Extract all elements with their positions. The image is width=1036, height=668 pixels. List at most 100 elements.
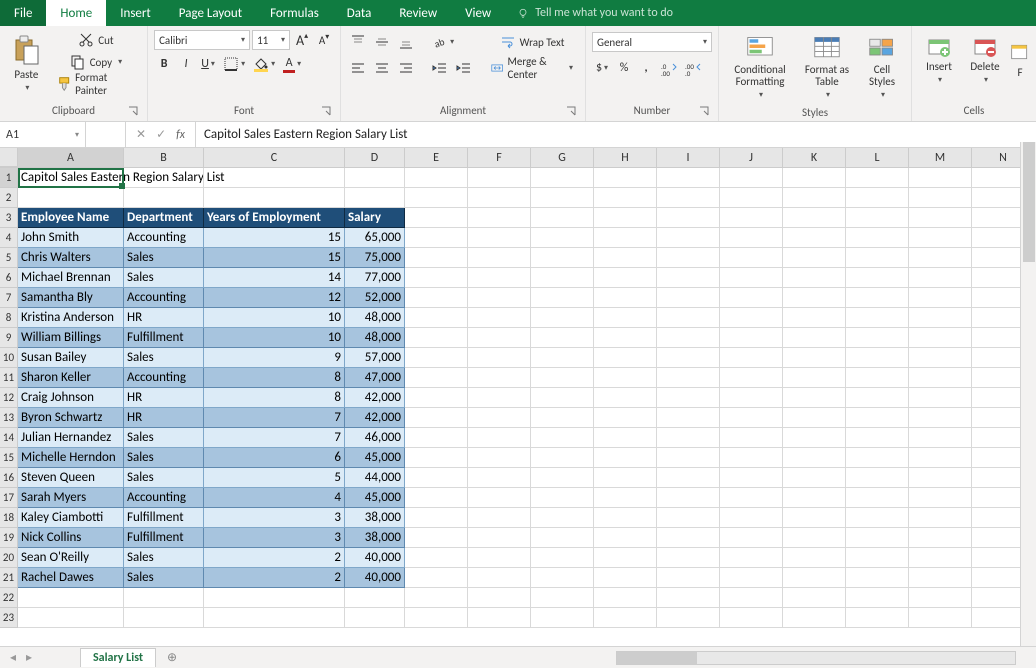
cell-M6[interactable]	[909, 268, 972, 288]
cell-J5[interactable]	[720, 248, 783, 268]
cell-I2[interactable]	[657, 188, 720, 208]
cell-M5[interactable]	[909, 248, 972, 268]
cell-I14[interactable]	[657, 428, 720, 448]
row-header-7[interactable]: 7	[0, 288, 18, 308]
cell-H11[interactable]	[594, 368, 657, 388]
cell-K5[interactable]	[783, 248, 846, 268]
cell-F18[interactable]	[468, 508, 531, 528]
cell-A18[interactable]: Kaley Ciambotti	[18, 508, 124, 528]
cell-A2[interactable]	[18, 188, 124, 208]
cell-F21[interactable]	[468, 568, 531, 588]
tab-home[interactable]: Home	[46, 0, 106, 26]
cell-J2[interactable]	[720, 188, 783, 208]
cell-H17[interactable]	[594, 488, 657, 508]
paste-button[interactable]: Paste ▾	[6, 30, 47, 97]
cell-D5[interactable]: 75,000	[345, 248, 405, 268]
cell-B3[interactable]: Department	[124, 208, 204, 228]
cell-I18[interactable]	[657, 508, 720, 528]
cell-E17[interactable]	[405, 488, 468, 508]
cell-H8[interactable]	[594, 308, 657, 328]
cell-D2[interactable]	[345, 188, 405, 208]
row-header-9[interactable]: 9	[0, 328, 18, 348]
cancel-formula-button[interactable]: ✕	[136, 127, 146, 142]
cell-A11[interactable]: Sharon Keller	[18, 368, 124, 388]
cell-J9[interactable]	[720, 328, 783, 348]
column-header-M[interactable]: M	[909, 148, 972, 167]
cell-I10[interactable]	[657, 348, 720, 368]
cell-I9[interactable]	[657, 328, 720, 348]
cell-B17[interactable]: Accounting	[124, 488, 204, 508]
cell-G11[interactable]	[531, 368, 594, 388]
cell-D13[interactable]: 42,000	[345, 408, 405, 428]
cell-L19[interactable]	[846, 528, 909, 548]
cell-A16[interactable]: Steven Queen	[18, 468, 124, 488]
cell-I11[interactable]	[657, 368, 720, 388]
cell-G6[interactable]	[531, 268, 594, 288]
cell-J15[interactable]	[720, 448, 783, 468]
column-header-H[interactable]: H	[594, 148, 657, 167]
cell-B13[interactable]: HR	[124, 408, 204, 428]
cell-K3[interactable]	[783, 208, 846, 228]
cell-K1[interactable]	[783, 168, 846, 188]
cell-L14[interactable]	[846, 428, 909, 448]
cell-B21[interactable]: Sales	[124, 568, 204, 588]
cell-J1[interactable]	[720, 168, 783, 188]
cell-E23[interactable]	[405, 608, 468, 628]
cell-L1[interactable]	[846, 168, 909, 188]
cell-C23[interactable]	[204, 608, 345, 628]
cell-B16[interactable]: Sales	[124, 468, 204, 488]
cell-B6[interactable]: Sales	[124, 268, 204, 288]
cell-H13[interactable]	[594, 408, 657, 428]
orientation-button[interactable]: ab▾	[429, 32, 457, 52]
row-header-1[interactable]: 1	[0, 168, 18, 188]
cell-D4[interactable]: 65,000	[345, 228, 405, 248]
select-all-corner[interactable]	[0, 148, 18, 167]
cell-B22[interactable]	[124, 588, 204, 608]
row-header-20[interactable]: 20	[0, 548, 18, 568]
sheet-nav-next[interactable]: ▸	[26, 650, 32, 665]
dialog-launcher-icon[interactable]	[127, 105, 139, 117]
cell-M11[interactable]	[909, 368, 972, 388]
cell-H23[interactable]	[594, 608, 657, 628]
cell-J4[interactable]	[720, 228, 783, 248]
cell-G19[interactable]	[531, 528, 594, 548]
cell-M2[interactable]	[909, 188, 972, 208]
cell-H12[interactable]	[594, 388, 657, 408]
cell-I7[interactable]	[657, 288, 720, 308]
cell-B19[interactable]: Fulfillment	[124, 528, 204, 548]
cell-F3[interactable]	[468, 208, 531, 228]
column-header-B[interactable]: B	[124, 148, 204, 167]
cell-K8[interactable]	[783, 308, 846, 328]
dialog-launcher-icon[interactable]	[565, 105, 577, 117]
row-header-21[interactable]: 21	[0, 568, 18, 588]
row-header-17[interactable]: 17	[0, 488, 18, 508]
row-header-10[interactable]: 10	[0, 348, 18, 368]
cell-M22[interactable]	[909, 588, 972, 608]
cell-G22[interactable]	[531, 588, 594, 608]
cell-K2[interactable]	[783, 188, 846, 208]
cell-F9[interactable]	[468, 328, 531, 348]
row-header-2[interactable]: 2	[0, 188, 18, 208]
cell-M7[interactable]	[909, 288, 972, 308]
cell-H22[interactable]	[594, 588, 657, 608]
row-header-16[interactable]: 16	[0, 468, 18, 488]
column-header-C[interactable]: C	[204, 148, 345, 167]
row-header-13[interactable]: 13	[0, 408, 18, 428]
cell-I1[interactable]	[657, 168, 720, 188]
italic-button[interactable]: I	[176, 54, 196, 74]
cell-E11[interactable]	[405, 368, 468, 388]
cell-B20[interactable]: Sales	[124, 548, 204, 568]
cell-M13[interactable]	[909, 408, 972, 428]
tab-view[interactable]: View	[451, 0, 505, 26]
cell-G15[interactable]	[531, 448, 594, 468]
cell-L2[interactable]	[846, 188, 909, 208]
decrease-decimal-button[interactable]: .00.0	[682, 58, 704, 78]
underline-button[interactable]: U▾	[198, 54, 218, 74]
cell-F23[interactable]	[468, 608, 531, 628]
row-header-19[interactable]: 19	[0, 528, 18, 548]
cell-H1[interactable]	[594, 168, 657, 188]
tab-formulas[interactable]: Formulas	[256, 0, 333, 26]
cell-D7[interactable]: 52,000	[345, 288, 405, 308]
horizontal-scrollbar[interactable]	[616, 651, 1016, 665]
cell-L22[interactable]	[846, 588, 909, 608]
